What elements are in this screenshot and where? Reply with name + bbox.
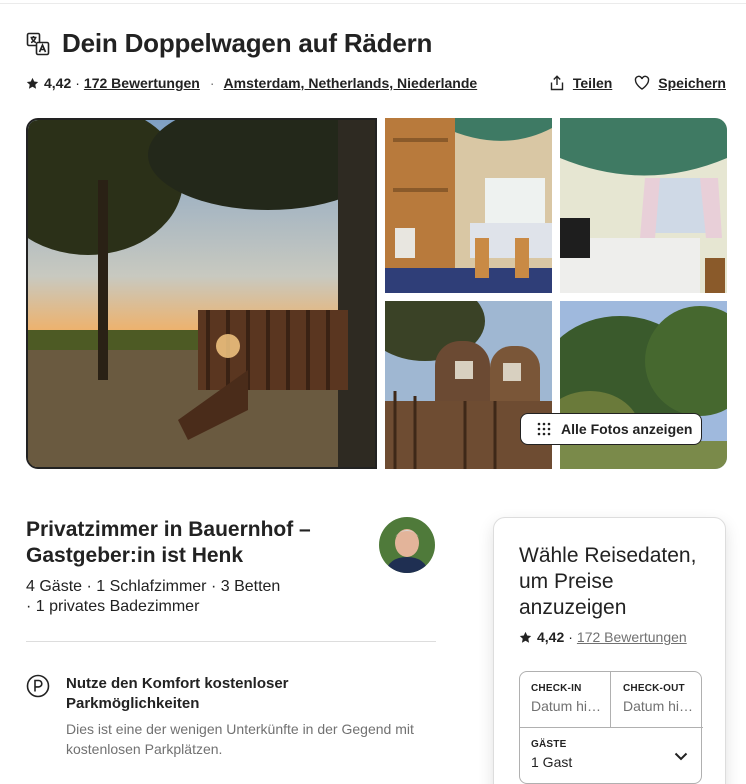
host-avatar[interactable]	[379, 517, 435, 573]
header-actions: Teilen Speichern	[549, 75, 726, 91]
rating-dot: ·	[75, 75, 80, 91]
checkout-placeholder: Datum hinzufügen	[623, 698, 695, 714]
title-row: Dein Doppelwagen auf Rädern	[26, 28, 432, 59]
listing-title: Privatzimmer in Bauernhof – Gastgeber:in…	[26, 518, 311, 567]
parking-icon	[26, 674, 50, 698]
show-all-photos-label: Alle Fotos anzeigen	[561, 421, 693, 437]
reviews-link[interactable]: 172 Bewertungen	[84, 75, 200, 91]
show-all-photos-button[interactable]: Alle Fotos anzeigen	[520, 413, 702, 445]
listing-meta-row: 4,42 · 172 Bewertungen · Amsterdam, Neth…	[26, 72, 726, 94]
top-border	[0, 0, 746, 4]
parking-description: Dies ist eine der wenigen Unterkünfte in…	[66, 721, 414, 757]
star-icon	[26, 77, 39, 89]
checkout-label: CHECK-OUT	[623, 683, 685, 694]
photo-kitchen-interior[interactable]	[385, 118, 552, 293]
chevron-down-icon	[674, 752, 688, 761]
checkout-field[interactable]: CHECK-OUT Datum hinzufügen	[611, 672, 703, 728]
listing-details: 4 Gäste · 1 Schlafzimmer · 3 Betten · 1 …	[26, 577, 356, 617]
heart-icon	[635, 75, 650, 90]
page-title: Dein Doppelwagen auf Rädern	[62, 28, 433, 58]
details-bathroom: · 1 privates Badezimmer	[26, 598, 200, 615]
booking-rating-row: 4,42 · 172 Bewertungen	[519, 629, 687, 645]
save-button[interactable]: Speichern	[634, 75, 726, 91]
checkin-label: CHECK-IN	[531, 683, 582, 694]
booking-title: Wähle Reisedaten, um Preise anzuzeigen	[519, 544, 697, 619]
rating-value: 4,42	[44, 75, 72, 91]
grid-icon	[537, 422, 551, 436]
booking-card: Wähle Reisedaten, um Preise anzuzeigen 4…	[493, 517, 726, 784]
date-guest-picker: CHECK-IN Datum hinzufügen CHECK-OUT Datu…	[519, 671, 703, 784]
share-label: Teilen	[572, 75, 613, 91]
location-link[interactable]: Amsterdam, Netherlands, Niederlande	[224, 75, 478, 91]
parking-title: Nutze den Komfort kostenloser Parkmöglic…	[66, 675, 289, 712]
photo-gallery: Alle Fotos anzeigen	[26, 118, 727, 469]
checkin-field[interactable]: CHECK-IN Datum hinzufügen	[520, 672, 611, 728]
photo-bedroom-interior[interactable]	[560, 118, 727, 293]
share-button[interactable]: Teilen	[549, 75, 612, 91]
share-icon	[550, 75, 564, 91]
main-photo-sunset-deck[interactable]	[26, 118, 377, 469]
details-capacity: 4 Gäste · 1 Schlafzimmer · 3 Betten	[26, 578, 281, 595]
booking-reviews-link[interactable]: 172 Bewertungen	[577, 629, 687, 645]
booking-rating-dot: ·	[568, 629, 573, 645]
checkin-placeholder: Datum hinzufügen	[531, 698, 603, 714]
guests-select[interactable]: GÄSTE 1 Gast	[520, 728, 703, 784]
translate-icon[interactable]	[26, 32, 50, 56]
booking-rating-value: 4,42	[537, 629, 565, 645]
section-divider	[26, 641, 436, 642]
meta-separator: ·	[209, 75, 215, 91]
save-label: Speichern	[658, 75, 726, 91]
star-icon	[519, 631, 532, 643]
